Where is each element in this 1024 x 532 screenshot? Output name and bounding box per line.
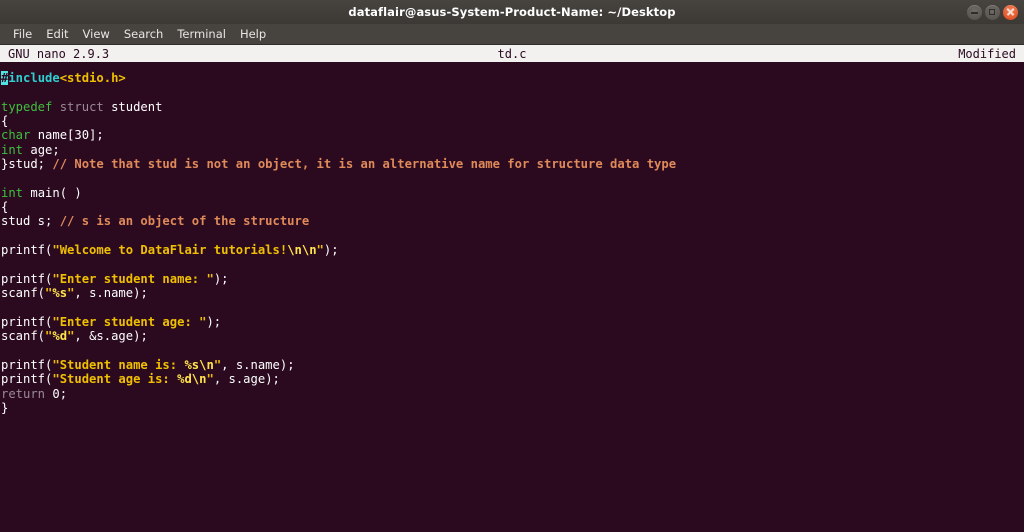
menu-item-file[interactable]: File: [6, 26, 39, 42]
code-token: return: [1, 386, 46, 401]
code-token: printf(: [1, 372, 53, 387]
code-line: printf("Student name is: %s\n", s.name);: [0, 358, 1024, 372]
code-line: {: [0, 200, 1024, 214]
menu-item-search[interactable]: Search: [117, 26, 171, 42]
minimize-icon: [971, 12, 978, 14]
terminal-window: dataflair@asus-System-Product-Name: ~/De…: [0, 0, 1024, 532]
menu-item-help[interactable]: Help: [233, 26, 273, 42]
code-line: typedef struct student: [0, 100, 1024, 114]
menu-bar: File Edit View Search Terminal Help: [0, 24, 1024, 45]
code-token: ": [206, 372, 214, 387]
window-title: dataflair@asus-System-Product-Name: ~/De…: [348, 5, 676, 19]
code-line: }: [0, 401, 1024, 415]
code-token: 0;: [45, 386, 68, 401]
code-line: printf("Enter student name: ");: [0, 272, 1024, 286]
code-token: "Enter student name: ": [52, 271, 214, 286]
code-line: scanf("%d", &s.age);: [0, 329, 1024, 343]
minimize-button[interactable]: [967, 4, 982, 20]
code-token: ": [316, 243, 324, 258]
code-token: , s.age);: [213, 372, 280, 387]
close-button[interactable]: [1003, 4, 1018, 20]
terminal-body[interactable]: GNU nano 2.9.3 td.c Modified #include<st…: [0, 45, 1024, 532]
menu-item-edit[interactable]: Edit: [39, 26, 75, 42]
maximize-button[interactable]: [985, 4, 1000, 20]
code-token: int: [1, 185, 24, 200]
code-line: int main( ): [0, 186, 1024, 200]
code-token: "Student age is:: [52, 372, 178, 387]
code-token: scanf(: [1, 329, 46, 344]
code-token: student: [103, 99, 163, 114]
code-token: );: [213, 271, 229, 286]
code-token: , &s.age);: [74, 329, 148, 344]
nano-status-bar: GNU nano 2.9.3 td.c Modified: [0, 45, 1024, 62]
code-token: name[30];: [30, 128, 104, 143]
code-token: printf(: [1, 271, 53, 286]
window-controls: [967, 0, 1018, 24]
code-token: );: [323, 243, 339, 258]
menu-item-terminal[interactable]: Terminal: [170, 26, 233, 42]
code-line: int age;: [0, 143, 1024, 157]
code-token: int: [1, 142, 24, 157]
code-token: "Student name is:: [52, 357, 185, 372]
code-token: include: [8, 71, 60, 85]
code-line: stud s; // s is an object of the structu…: [0, 214, 1024, 228]
code-token: <stdio.h>: [59, 71, 126, 85]
maximize-icon: [988, 8, 995, 15]
code-token: , s.name);: [74, 286, 148, 301]
code-token: printf(: [1, 314, 53, 329]
code-token: "Enter student age: ": [52, 314, 207, 329]
code-editor-area[interactable]: #include<stdio.h> typedef struct student…: [0, 62, 1024, 415]
code-line: {: [0, 114, 1024, 128]
code-token: // s is an object of the structure: [59, 214, 310, 229]
menu-item-view[interactable]: View: [76, 26, 117, 42]
code-token: typedef: [1, 99, 53, 114]
code-token: scanf(: [1, 286, 46, 301]
code-token: printf(: [1, 357, 53, 372]
code-line: printf("Enter student age: ");: [0, 315, 1024, 329]
code-line: printf("Welcome to DataFlair tutorials!\…: [0, 243, 1024, 257]
code-token: %d\n: [177, 372, 207, 387]
code-line: scanf("%s", s.name);: [0, 286, 1024, 300]
code-token: %s\n: [184, 357, 214, 372]
code-token: %d: [52, 329, 68, 344]
title-bar[interactable]: dataflair@asus-System-Product-Name: ~/De…: [0, 0, 1024, 24]
code-token: {: [1, 114, 9, 129]
nano-filename-label: td.c: [497, 46, 527, 61]
code-line: #include<stdio.h>: [0, 71, 1024, 85]
code-token: }: [1, 400, 9, 415]
code-token: }stud;: [1, 157, 53, 172]
code-token: printf(: [1, 243, 53, 258]
code-line: }stud; // Note that stud is not an objec…: [0, 157, 1024, 171]
code-token: );: [206, 314, 222, 329]
code-token: age;: [23, 142, 60, 157]
code-token: stud s;: [1, 214, 60, 229]
code-line: return 0;: [0, 387, 1024, 401]
code-token: \n\n: [287, 243, 317, 258]
code-token: , s.name);: [221, 357, 295, 372]
code-token: struct: [59, 99, 104, 114]
nano-modified-badge: Modified: [958, 46, 1016, 61]
code-token: {: [1, 200, 9, 215]
code-token: %s: [52, 286, 68, 301]
code-token: main( ): [23, 185, 82, 200]
code-token: // Note that stud is not an object, it i…: [52, 157, 677, 172]
code-token: char: [1, 128, 31, 143]
code-line: char name[30];: [0, 128, 1024, 142]
code-line: printf("Student age is: %d\n", s.age);: [0, 372, 1024, 386]
code-token: "Welcome to DataFlair tutorials!: [52, 243, 288, 258]
